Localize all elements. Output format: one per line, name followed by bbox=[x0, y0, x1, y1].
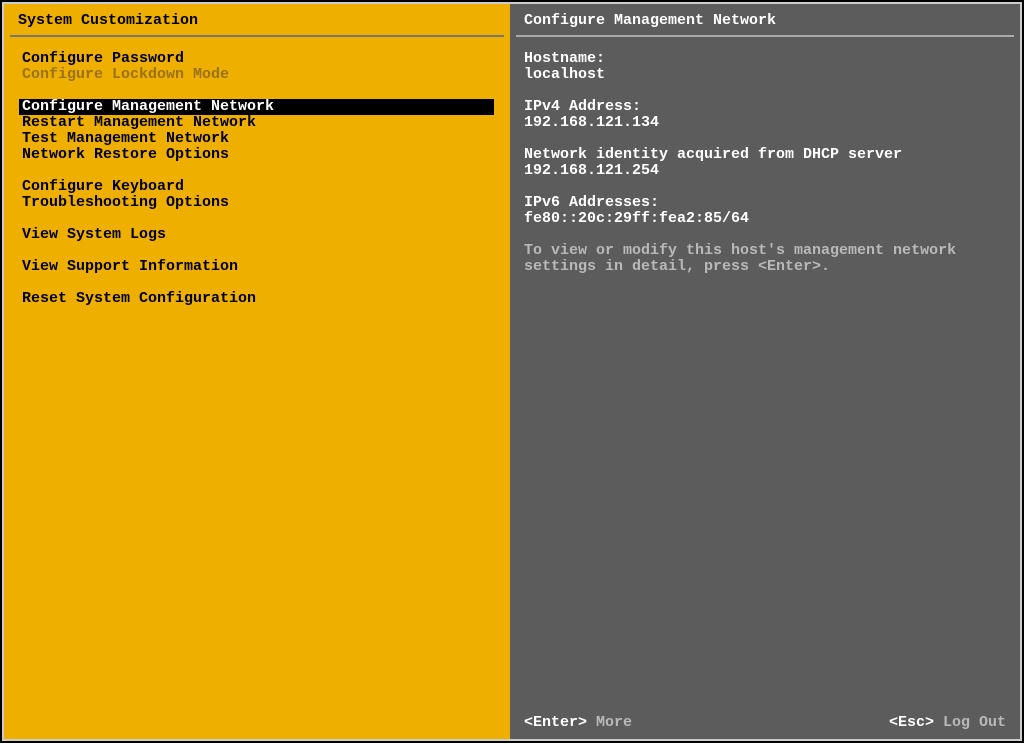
left-pane: System Customization Configure PasswordC… bbox=[4, 4, 510, 739]
menu-item[interactable]: Restart Management Network bbox=[12, 115, 498, 131]
esc-label: Log Out bbox=[943, 714, 1006, 731]
hostname-block: Hostname: localhost bbox=[524, 51, 1004, 83]
menu-group: View System Logs bbox=[12, 227, 498, 243]
menu-group: Configure Management NetworkRestart Mana… bbox=[12, 99, 498, 163]
menu-item[interactable]: Test Management Network bbox=[12, 131, 498, 147]
dhcp-line: Network identity acquired from DHCP serv… bbox=[524, 147, 1004, 179]
ipv6-label: IPv6 Addresses: bbox=[524, 195, 1004, 211]
menu-item[interactable]: Reset System Configuration bbox=[12, 291, 498, 307]
main-menu: Configure PasswordConfigure Lockdown Mod… bbox=[4, 37, 510, 323]
menu-item[interactable]: Configure Keyboard bbox=[12, 179, 498, 195]
dcui-frame: System Customization Configure PasswordC… bbox=[2, 2, 1022, 741]
enter-key: <Enter> bbox=[524, 714, 587, 731]
menu-group: View Support Information bbox=[12, 259, 498, 275]
menu-item[interactable]: Configure Password bbox=[12, 51, 498, 67]
menu-item[interactable]: Configure Management Network bbox=[19, 99, 494, 115]
menu-item[interactable]: Troubleshooting Options bbox=[12, 195, 498, 211]
menu-group: Configure PasswordConfigure Lockdown Mod… bbox=[12, 51, 498, 83]
enter-label: More bbox=[596, 714, 632, 731]
ipv6-block: IPv6 Addresses: fe80::20c:29ff:fea2:85/6… bbox=[524, 195, 1004, 227]
ipv4-label: IPv4 Address: bbox=[524, 99, 1004, 115]
menu-item[interactable]: View System Logs bbox=[12, 227, 498, 243]
menu-item[interactable]: Network Restore Options bbox=[12, 147, 498, 163]
ipv6-value: fe80::20c:29ff:fea2:85/64 bbox=[524, 211, 1004, 227]
hint-text: To view or modify this host's management… bbox=[524, 243, 1004, 275]
footer-enter[interactable]: <Enter> More bbox=[524, 714, 632, 731]
hostname-value: localhost bbox=[524, 67, 1004, 83]
footer-esc[interactable]: <Esc> Log Out bbox=[889, 714, 1006, 731]
dhcp-block: Network identity acquired from DHCP serv… bbox=[524, 147, 1004, 179]
menu-item[interactable]: View Support Information bbox=[12, 259, 498, 275]
hostname-label: Hostname: bbox=[524, 51, 1004, 67]
right-pane: Configure Management Network Hostname: l… bbox=[510, 4, 1020, 739]
menu-item: Configure Lockdown Mode bbox=[12, 67, 498, 83]
menu-group: Configure KeyboardTroubleshooting Option… bbox=[12, 179, 498, 211]
detail-area: Hostname: localhost IPv4 Address: 192.16… bbox=[510, 37, 1020, 291]
esc-key: <Esc> bbox=[889, 714, 934, 731]
right-title: Configure Management Network bbox=[510, 4, 1020, 35]
left-title: System Customization bbox=[4, 4, 510, 35]
menu-group: Reset System Configuration bbox=[12, 291, 498, 307]
footer-bar: <Enter> More <Esc> Log Out bbox=[510, 708, 1020, 739]
ipv4-value: 192.168.121.134 bbox=[524, 115, 1004, 131]
ipv4-block: IPv4 Address: 192.168.121.134 bbox=[524, 99, 1004, 131]
